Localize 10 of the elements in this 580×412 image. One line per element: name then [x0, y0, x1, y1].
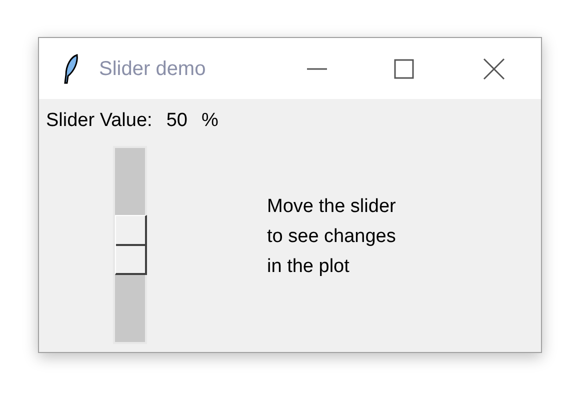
maximize-icon[interactable] [393, 58, 415, 80]
slider-value-label: Slider Value: [46, 108, 152, 133]
close-icon[interactable] [483, 58, 505, 80]
slider-track[interactable] [113, 146, 147, 344]
window-title: Slider demo [99, 56, 206, 82]
unit-label: % [201, 108, 218, 133]
feather-icon [63, 52, 79, 84]
slider-value: 50 [166, 108, 188, 133]
slider-thumb[interactable] [115, 215, 147, 275]
instruction-text: Move the slider to see changes in the plot [267, 195, 396, 279]
